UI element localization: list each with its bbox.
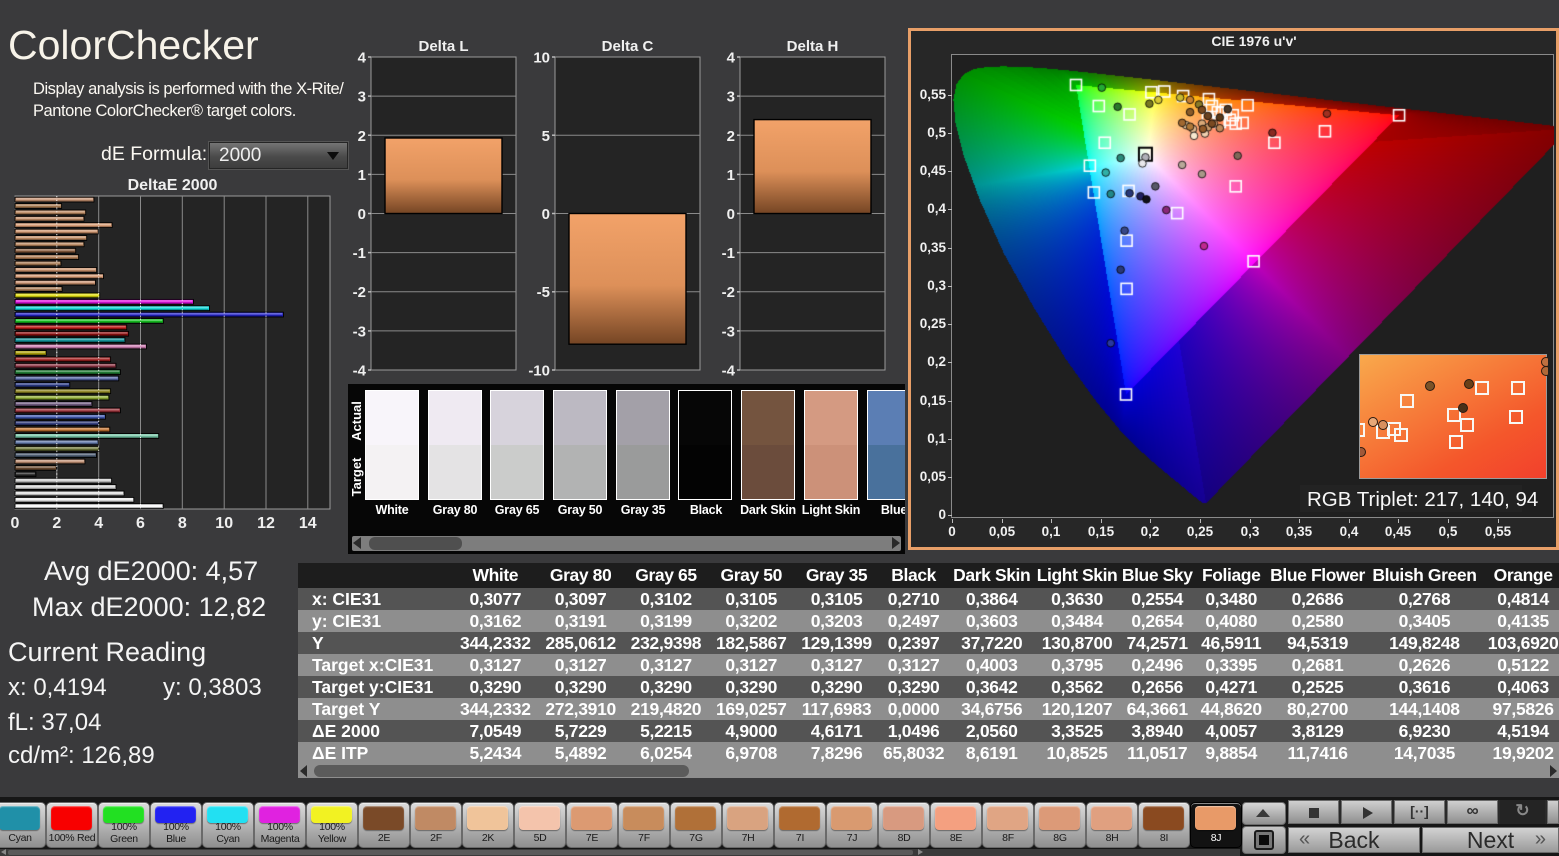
svg-text:2: 2 (52, 515, 61, 532)
svg-text:0: 0 (542, 206, 550, 223)
svg-text:-1: -1 (722, 245, 735, 262)
svg-text:4: 4 (94, 515, 103, 532)
svg-text:-1: -1 (353, 245, 366, 262)
svg-text:4: 4 (727, 50, 736, 67)
svg-text:0: 0 (358, 206, 366, 223)
svg-text:8: 8 (178, 515, 187, 532)
svg-text:3: 3 (358, 89, 366, 106)
svg-text:-10: -10 (528, 363, 550, 380)
svg-text:2: 2 (727, 128, 735, 145)
svg-text:Delta H: Delta H (787, 38, 839, 55)
svg-text:0: 0 (727, 206, 735, 223)
svg-text:14: 14 (299, 515, 317, 532)
svg-text:Delta L: Delta L (418, 38, 468, 55)
svg-text:-2: -2 (722, 284, 735, 301)
svg-text:-4: -4 (722, 363, 736, 380)
svg-text:5: 5 (542, 128, 550, 145)
svg-text:-2: -2 (353, 284, 366, 301)
svg-text:6: 6 (136, 515, 145, 532)
svg-text:3: 3 (727, 89, 735, 106)
svg-text:-5: -5 (537, 284, 550, 301)
svg-text:1: 1 (727, 167, 735, 184)
svg-text:12: 12 (257, 515, 275, 532)
svg-text:10: 10 (215, 515, 233, 532)
svg-text:2: 2 (358, 128, 366, 145)
svg-text:1: 1 (358, 167, 366, 184)
svg-text:4: 4 (358, 50, 367, 67)
svg-text:-3: -3 (353, 323, 366, 340)
svg-text:-3: -3 (722, 323, 735, 340)
svg-text:Delta C: Delta C (602, 38, 654, 55)
svg-text:0: 0 (11, 515, 20, 532)
svg-text:-4: -4 (353, 363, 367, 380)
svg-text:10: 10 (533, 50, 550, 67)
